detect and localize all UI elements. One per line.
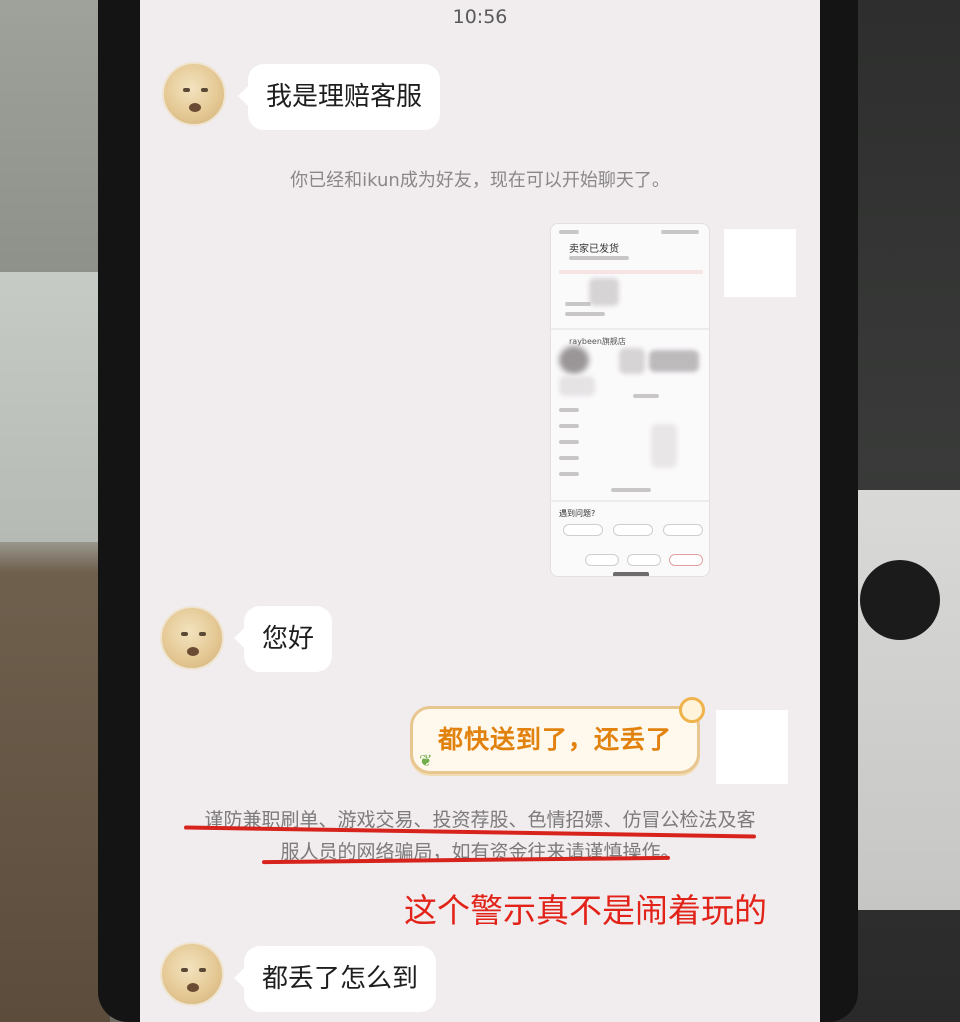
status-time: 10:56 xyxy=(452,6,508,28)
avatar-eye xyxy=(183,88,190,92)
image-text-line xyxy=(559,440,579,444)
image-blurred-area xyxy=(649,350,699,372)
avatar-eye xyxy=(199,632,206,636)
annotation-text: 这个警示真不是闹着玩的 xyxy=(404,891,767,930)
avatar-eye xyxy=(181,632,188,636)
image-status-bar xyxy=(661,230,699,234)
image-help-title: 遇到问题? xyxy=(559,509,596,518)
avatar-eye xyxy=(181,968,188,972)
avatar-mouth xyxy=(187,647,199,656)
avatar-mouth xyxy=(187,983,199,992)
image-blurred-area xyxy=(589,278,619,306)
image-button xyxy=(613,524,653,536)
image-button xyxy=(663,524,703,536)
image-store-name: raybeen旗舰店 xyxy=(569,337,626,346)
sticker-text: 都快送到了，还丢了 xyxy=(437,725,672,754)
avatar-mouth xyxy=(189,103,201,112)
image-text-line xyxy=(565,312,605,316)
image-button xyxy=(627,554,661,566)
image-text-line xyxy=(565,302,591,306)
image-text-line xyxy=(559,424,579,428)
contact-avatar[interactable] xyxy=(160,942,224,1006)
image-blurred-product xyxy=(559,346,589,374)
image-button xyxy=(563,524,603,536)
image-button xyxy=(669,554,703,566)
self-avatar[interactable] xyxy=(724,229,796,297)
message-bubble[interactable]: 您好 xyxy=(244,606,333,672)
image-text-line xyxy=(559,472,579,476)
background-panel xyxy=(840,490,960,910)
background-hole xyxy=(860,560,940,640)
avatar-eye xyxy=(199,968,206,972)
image-status-bar xyxy=(559,230,579,234)
background-shelf xyxy=(0,272,108,542)
image-title: 卖家已发货 xyxy=(569,244,619,255)
image-blurred-area xyxy=(651,424,677,468)
image-blurred-area xyxy=(559,376,595,396)
image-text-line xyxy=(611,488,651,492)
leaf-icon: ❦ xyxy=(419,751,433,770)
image-home-indicator xyxy=(613,572,649,576)
image-text-line xyxy=(569,256,629,260)
message-bubble[interactable]: 都丢了怎么到 xyxy=(244,946,437,1012)
image-blurred-area xyxy=(619,348,645,374)
self-avatar[interactable] xyxy=(716,710,788,784)
image-text-line xyxy=(633,394,659,398)
chat-screen: 10:56 我是理赔客服 你已经和ikun成为好友，现在可以开始聊天了。 卖家已… xyxy=(140,0,820,1022)
message-bubble[interactable]: 我是理赔客服 xyxy=(248,64,441,130)
system-message: 你已经和ikun成为好友，现在可以开始聊天了。 xyxy=(290,170,670,191)
sticker-message[interactable]: 都快送到了，还丢了 ❦ xyxy=(410,697,705,774)
avatar-eye xyxy=(201,88,208,92)
contact-avatar[interactable] xyxy=(160,606,224,670)
contact-avatar[interactable] xyxy=(162,62,226,126)
image-button xyxy=(585,554,619,566)
image-banner xyxy=(559,270,703,274)
image-text-line xyxy=(559,408,579,412)
image-text-line xyxy=(559,456,579,460)
image-divider xyxy=(551,328,709,330)
image-divider xyxy=(551,500,709,502)
sent-image-message[interactable]: 卖家已发货 raybeen旗舰店 遇到问题? xyxy=(550,223,710,577)
sun-icon xyxy=(679,697,705,723)
